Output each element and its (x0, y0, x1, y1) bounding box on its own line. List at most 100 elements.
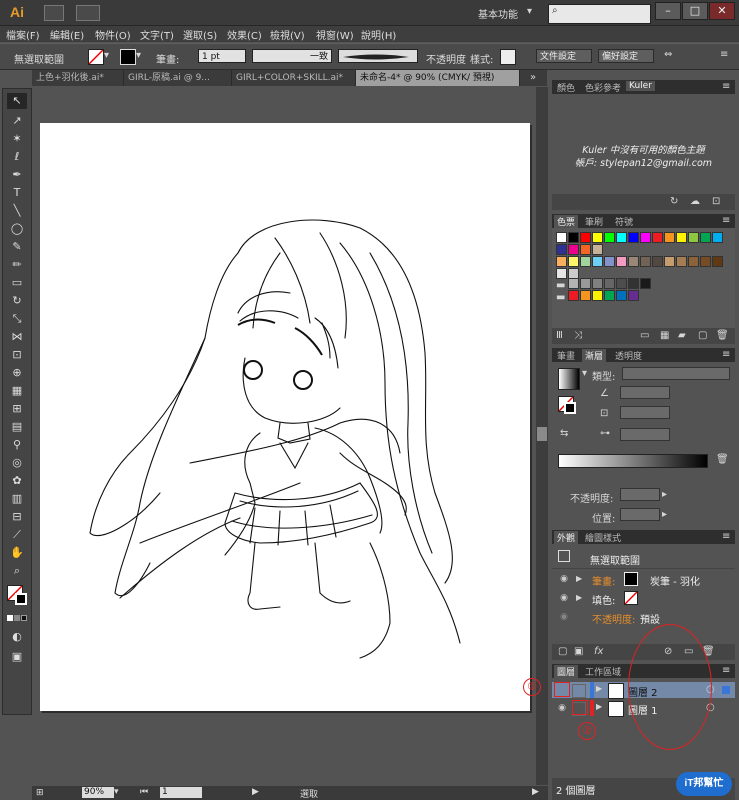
preferences-button[interactable]: 偏好設定 (598, 49, 654, 63)
fill-dropdown-icon[interactable]: ▾ (104, 50, 109, 61)
swatch[interactable] (676, 232, 687, 243)
scale-tool-icon[interactable]: ⤡ (7, 311, 27, 327)
swatch[interactable] (580, 256, 591, 267)
eye-icon[interactable]: ◉ (556, 702, 568, 714)
minimize-button[interactable]: – (655, 2, 681, 20)
appearance-stroke-label[interactable]: 筆畫: (592, 573, 615, 588)
swatch[interactable] (568, 278, 579, 289)
bridge-icon[interactable] (44, 5, 64, 21)
swatch[interactable] (628, 278, 639, 289)
swatch[interactable] (688, 232, 699, 243)
tab-gradient[interactable]: 漸層 (582, 349, 607, 362)
next-page-icon[interactable]: ▶ (252, 787, 259, 797)
expand-arrow-icon[interactable]: ▶ (576, 574, 582, 583)
swatch[interactable] (664, 232, 675, 243)
selection-tool-icon[interactable]: ↖ (7, 93, 27, 109)
gradient-slider[interactable] (558, 454, 708, 468)
swatch[interactable] (640, 278, 651, 289)
swatch[interactable] (580, 278, 591, 289)
tab-color-guide[interactable]: 色彩參考 (582, 81, 624, 94)
tab-doc-4[interactable]: 未命名-4* @ 90% (CMYK/ 預視) (356, 70, 520, 86)
swatch-library-icon[interactable]: Ⅲ (556, 330, 563, 341)
reverse-gradient-icon[interactable]: ⇆ (560, 428, 568, 439)
tab-transparency[interactable]: 透明度 (612, 349, 645, 362)
lock-toggle-icon[interactable] (572, 684, 586, 698)
menu-window[interactable]: 視窗(W) (316, 27, 354, 42)
artboard[interactable] (40, 123, 530, 711)
swatch[interactable] (712, 232, 723, 243)
swatch[interactable] (628, 256, 639, 267)
swatch[interactable] (568, 256, 579, 267)
swatch[interactable] (616, 290, 627, 301)
gradient-tool-icon[interactable]: ▤ (7, 419, 27, 435)
tab-doc-3[interactable]: GIRL+COLOR+SKILL.ai* (232, 70, 356, 86)
opacity-dropdown-icon[interactable]: ▸ (662, 489, 667, 500)
ellipse-tool-icon[interactable]: ◯ (7, 221, 27, 237)
direct-selection-tool-icon[interactable]: ↗ (7, 113, 27, 129)
tab-graphic-styles[interactable]: 繪圖樣式 (582, 531, 624, 544)
slice-tool-icon[interactable]: ⟋ (7, 527, 27, 543)
folder-icon[interactable]: ▰ (678, 330, 686, 341)
swatch[interactable] (604, 256, 615, 267)
swatch[interactable] (616, 256, 627, 267)
angle-field[interactable] (620, 386, 670, 399)
draw-mode-icon[interactable]: ◐ (7, 629, 27, 645)
add-fill-icon[interactable]: ▣ (574, 646, 583, 657)
panel-menu-icon[interactable]: ≡ (722, 531, 730, 542)
shape-builder-tool-icon[interactable]: ⊕ (7, 365, 27, 381)
appearance-opacity-label[interactable]: 不透明度: (592, 611, 635, 626)
gradient-thumbnail[interactable] (558, 368, 580, 390)
workspace-switcher[interactable]: 基本功能 (478, 6, 518, 21)
new-color-group-icon[interactable]: ▭ (640, 330, 649, 341)
expand-arrow-icon[interactable]: ▶ (576, 593, 582, 602)
swatch-kind-icon[interactable]: ⤨ (574, 330, 582, 341)
lasso-tool-icon[interactable]: ℓ (7, 149, 27, 165)
tab-swatches[interactable]: 色票 (554, 215, 579, 228)
status-menu-icon[interactable]: ▶ (532, 787, 539, 797)
free-transform-tool-icon[interactable]: ⊡ (7, 347, 27, 363)
swatch[interactable] (652, 232, 663, 243)
perspective-grid-tool-icon[interactable]: ▦ (7, 383, 27, 399)
blend-tool-icon[interactable]: ◎ (7, 455, 27, 471)
stroke-weight-field[interactable]: 1 pt (198, 49, 246, 63)
chevron-down-icon[interactable]: ▾ (527, 6, 532, 17)
column-graph-tool-icon[interactable]: ▥ (7, 491, 27, 507)
expand-arrow-icon[interactable]: ▶ (596, 702, 602, 711)
gradient-dropdown-icon[interactable]: ▾ (582, 368, 587, 379)
document-setup-button[interactable]: 文件設定 (536, 49, 592, 63)
color-mode-icons[interactable] (7, 613, 27, 621)
swatch[interactable] (592, 232, 603, 243)
panel-menu-icon[interactable]: ≡ (722, 349, 730, 360)
type-tool-icon[interactable]: T (7, 185, 27, 201)
magic-wand-tool-icon[interactable]: ✶ (7, 131, 27, 147)
swatch[interactable] (568, 290, 579, 301)
new-swatch-icon[interactable]: ▢ (698, 330, 707, 341)
tab-doc-1[interactable]: 上色+羽化後.ai* (32, 70, 124, 86)
eye-icon[interactable]: ◉ (558, 573, 570, 585)
menu-select[interactable]: 選取(S) (183, 27, 217, 42)
scroll-thumb[interactable] (537, 427, 547, 441)
aspect-ratio-field[interactable] (620, 406, 670, 419)
hand-tool-icon[interactable]: ✋ (7, 545, 27, 561)
eraser-tool-icon[interactable]: ▭ (7, 275, 27, 291)
tab-color[interactable]: 顏色 (554, 81, 578, 94)
zoom-tool-icon[interactable]: ⌕ (7, 563, 27, 579)
swatch[interactable] (556, 256, 567, 267)
width-tool-icon[interactable]: ⋈ (7, 329, 27, 345)
swatch[interactable] (556, 244, 567, 255)
swatch[interactable] (664, 256, 675, 267)
maximize-button[interactable]: □ (682, 2, 708, 20)
panel-menu-icon[interactable]: ≡ (722, 81, 730, 92)
rotate-tool-icon[interactable]: ↻ (7, 293, 27, 309)
line-tool-icon[interactable]: ╲ (7, 203, 27, 219)
stroke-profile-dropdown[interactable]: 一致 (252, 49, 332, 63)
menu-view[interactable]: 檢視(V) (270, 27, 305, 42)
pencil-tool-icon[interactable]: ✏ (7, 257, 27, 273)
selection-indicator[interactable] (722, 686, 730, 694)
opacity-field[interactable] (620, 488, 660, 501)
swatch[interactable] (700, 232, 711, 243)
artboard-tool-icon[interactable]: ⊟ (7, 509, 27, 525)
menu-help[interactable]: 說明(H) (361, 27, 396, 42)
swatch[interactable] (688, 256, 699, 267)
tab-layers[interactable]: 圖層 (554, 665, 579, 678)
